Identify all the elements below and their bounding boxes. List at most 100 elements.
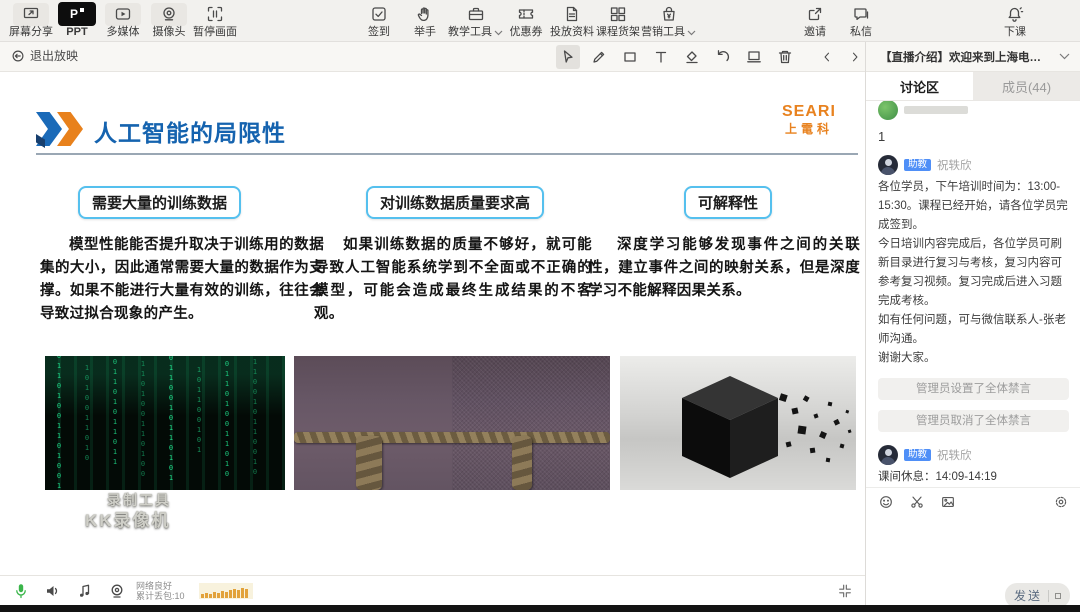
chat-message-list[interactable]: 1 助教 祝轶欣 各位学员，下午培训时间为：13:00-15:30。课程已经开始…	[866, 101, 1080, 487]
toolbar-label: 多媒体	[106, 25, 140, 38]
prev-slide-button[interactable]	[815, 45, 839, 69]
toolbar-teaching-tools[interactable]: 教学工具	[448, 0, 503, 42]
music-button[interactable]	[76, 582, 94, 600]
private-message-icon	[852, 2, 870, 26]
image-button[interactable]	[940, 494, 956, 510]
toolbar-label: 屏幕分享	[9, 25, 53, 38]
toolbar-screen-share[interactable]: 屏幕分享	[8, 0, 54, 42]
room-title: 【直播介绍】欢迎来到上海电器...	[880, 51, 1048, 64]
chat-sidebar: 【直播介绍】欢迎来到上海电器... 讨论区 成员(44) 1 助教 祝轶欣 各位…	[865, 42, 1080, 612]
toolbar-camera[interactable]: 摄像头	[146, 0, 192, 42]
invite-icon	[806, 2, 824, 26]
emoji-button[interactable]	[878, 494, 894, 510]
seari-logo: SEARI 上電科	[782, 103, 836, 136]
tab-discussion[interactable]: 讨论区	[866, 72, 973, 100]
text-tool[interactable]	[649, 45, 673, 69]
avatar	[878, 155, 898, 175]
collapse-panel-icon[interactable]	[837, 583, 853, 599]
delete-annotations-tool[interactable]	[773, 45, 797, 69]
course-shelf-icon	[609, 2, 627, 26]
chat-settings-gear-icon[interactable]	[1053, 494, 1069, 510]
toolbar-label: PPT	[66, 26, 88, 38]
chat-username: 祝轶欣	[937, 450, 972, 462]
chat-message-header	[878, 101, 1069, 125]
network-status-text: 网络良好 累计丢包:10	[136, 581, 185, 601]
chat-message-text: 课间休息：14:09-14:19	[878, 471, 997, 483]
toolbar-marketing-tools[interactable]: 营销工具	[641, 0, 696, 42]
teaching-tools-icon	[467, 2, 485, 26]
chevron-down-icon[interactable]	[1059, 53, 1070, 60]
chat-username: 祝轶欣	[937, 160, 972, 172]
toolbar-label: 投放资料	[550, 26, 594, 38]
eraser-tool[interactable]	[680, 45, 704, 69]
toolbar-label: 教学工具	[448, 26, 503, 39]
dissolving-cube-image	[620, 356, 856, 490]
ppt-icon: P	[58, 2, 96, 26]
column-body-3: 深度学习能够发现事件之间的关联性，建立事件之间的映射关系，但是深度学习不能解释因…	[588, 237, 860, 299]
toolbar-coupon[interactable]: 优惠券	[503, 0, 549, 42]
camera-icon	[151, 2, 187, 26]
exit-slideshow-label: 退出放映	[30, 49, 79, 63]
toolbar-pause-screen[interactable]: 暂停画面	[192, 0, 238, 42]
toolbar-end-class[interactable]: 下课	[992, 0, 1038, 42]
toolbar-label: 暂停画面	[193, 26, 237, 38]
toolbar-media[interactable]: 多媒体	[100, 0, 146, 42]
send-options-icon[interactable]	[1055, 592, 1061, 599]
toolbar-materials[interactable]: 投放资料	[549, 0, 595, 42]
toolbar-label: 摄像头	[152, 25, 186, 38]
assistant-badge: 助教	[904, 158, 932, 172]
whiteboard-tool[interactable]	[742, 45, 766, 69]
microphone-button[interactable]	[12, 582, 30, 600]
coupon-icon	[517, 2, 535, 26]
toolbar-label: 课程货架	[596, 26, 640, 38]
chevron-down-icon	[494, 30, 503, 35]
screenshot-scissors-button[interactable]	[909, 494, 925, 510]
presentation-bar: 退出放映	[0, 42, 865, 72]
toolbar-label: 举手	[414, 26, 436, 38]
sidebar-tabs: 讨论区 成员(44)	[866, 72, 1080, 101]
materials-icon	[563, 2, 581, 26]
rectangle-tool[interactable]	[618, 45, 642, 69]
send-label: 发送	[1013, 589, 1042, 603]
toolbar-ppt[interactable]: P PPT	[54, 0, 100, 42]
pencil-tool[interactable]	[587, 45, 611, 69]
watermark-line2: KK录像机	[85, 510, 171, 530]
exit-slideshow-button[interactable]: 退出放映	[10, 47, 78, 64]
toolbar-label: 下课	[1004, 26, 1026, 38]
room-title-row[interactable]: 【直播介绍】欢迎来到上海电器...	[866, 42, 1080, 72]
check-in-icon	[370, 2, 388, 26]
speaker-button[interactable]	[44, 582, 62, 600]
toolbar-raise-hand[interactable]: 举手	[402, 0, 448, 42]
system-message: 管理员取消了全体禁言	[878, 410, 1069, 432]
column-body-1: 模型性能能否提升取决于训练用的数据集的大小，因此通常需要大量的数据作为支撑。如果…	[40, 237, 324, 322]
chevron-left-icon	[824, 52, 830, 62]
webcam-button[interactable]	[108, 582, 126, 600]
cursor-tool[interactable]	[556, 45, 580, 69]
toolbar-invite[interactable]: 邀请	[792, 0, 838, 42]
network-history-bars	[198, 582, 253, 599]
status-bar: 网络良好 累计丢包:10	[0, 575, 865, 605]
slide-title: 人工智能的局限性	[94, 120, 286, 146]
chevron-right-icon	[852, 52, 858, 62]
toolbar-private-message[interactable]: 私信	[838, 0, 884, 42]
exit-slideshow-icon	[12, 50, 24, 61]
chat-message-input[interactable]	[866, 515, 1080, 577]
watermark-line1: 录制工具	[107, 492, 171, 508]
toolbar-course-shelf[interactable]: 课程货架	[595, 0, 641, 42]
column-body-2: 如果训练数据的质量不够好，就可能导致人工智能系统学到不全面或不正确的模型，可能会…	[314, 237, 592, 322]
chat-username-truncated	[904, 106, 968, 114]
next-slide-button[interactable]	[843, 45, 867, 69]
avatar	[878, 445, 898, 465]
raise-hand-icon	[416, 2, 434, 26]
end-class-icon	[1006, 2, 1024, 26]
tab-members[interactable]: 成员(44)	[973, 72, 1080, 100]
pause-screen-icon	[206, 2, 224, 26]
logo-latin: SEARI	[782, 103, 836, 120]
slide-canvas[interactable]: 人工智能的局限性 SEARI 上電科 需要大量的训练数据 对训练数据质量要求高 …	[0, 72, 865, 575]
toolbar-check-in[interactable]: 签到	[356, 0, 402, 42]
undo-tool[interactable]	[711, 45, 735, 69]
matrix-code-image	[45, 356, 285, 490]
title-underline	[36, 153, 858, 155]
toolbar-label: 邀请	[804, 26, 826, 38]
heading-box-3: 可解释性	[684, 186, 773, 219]
